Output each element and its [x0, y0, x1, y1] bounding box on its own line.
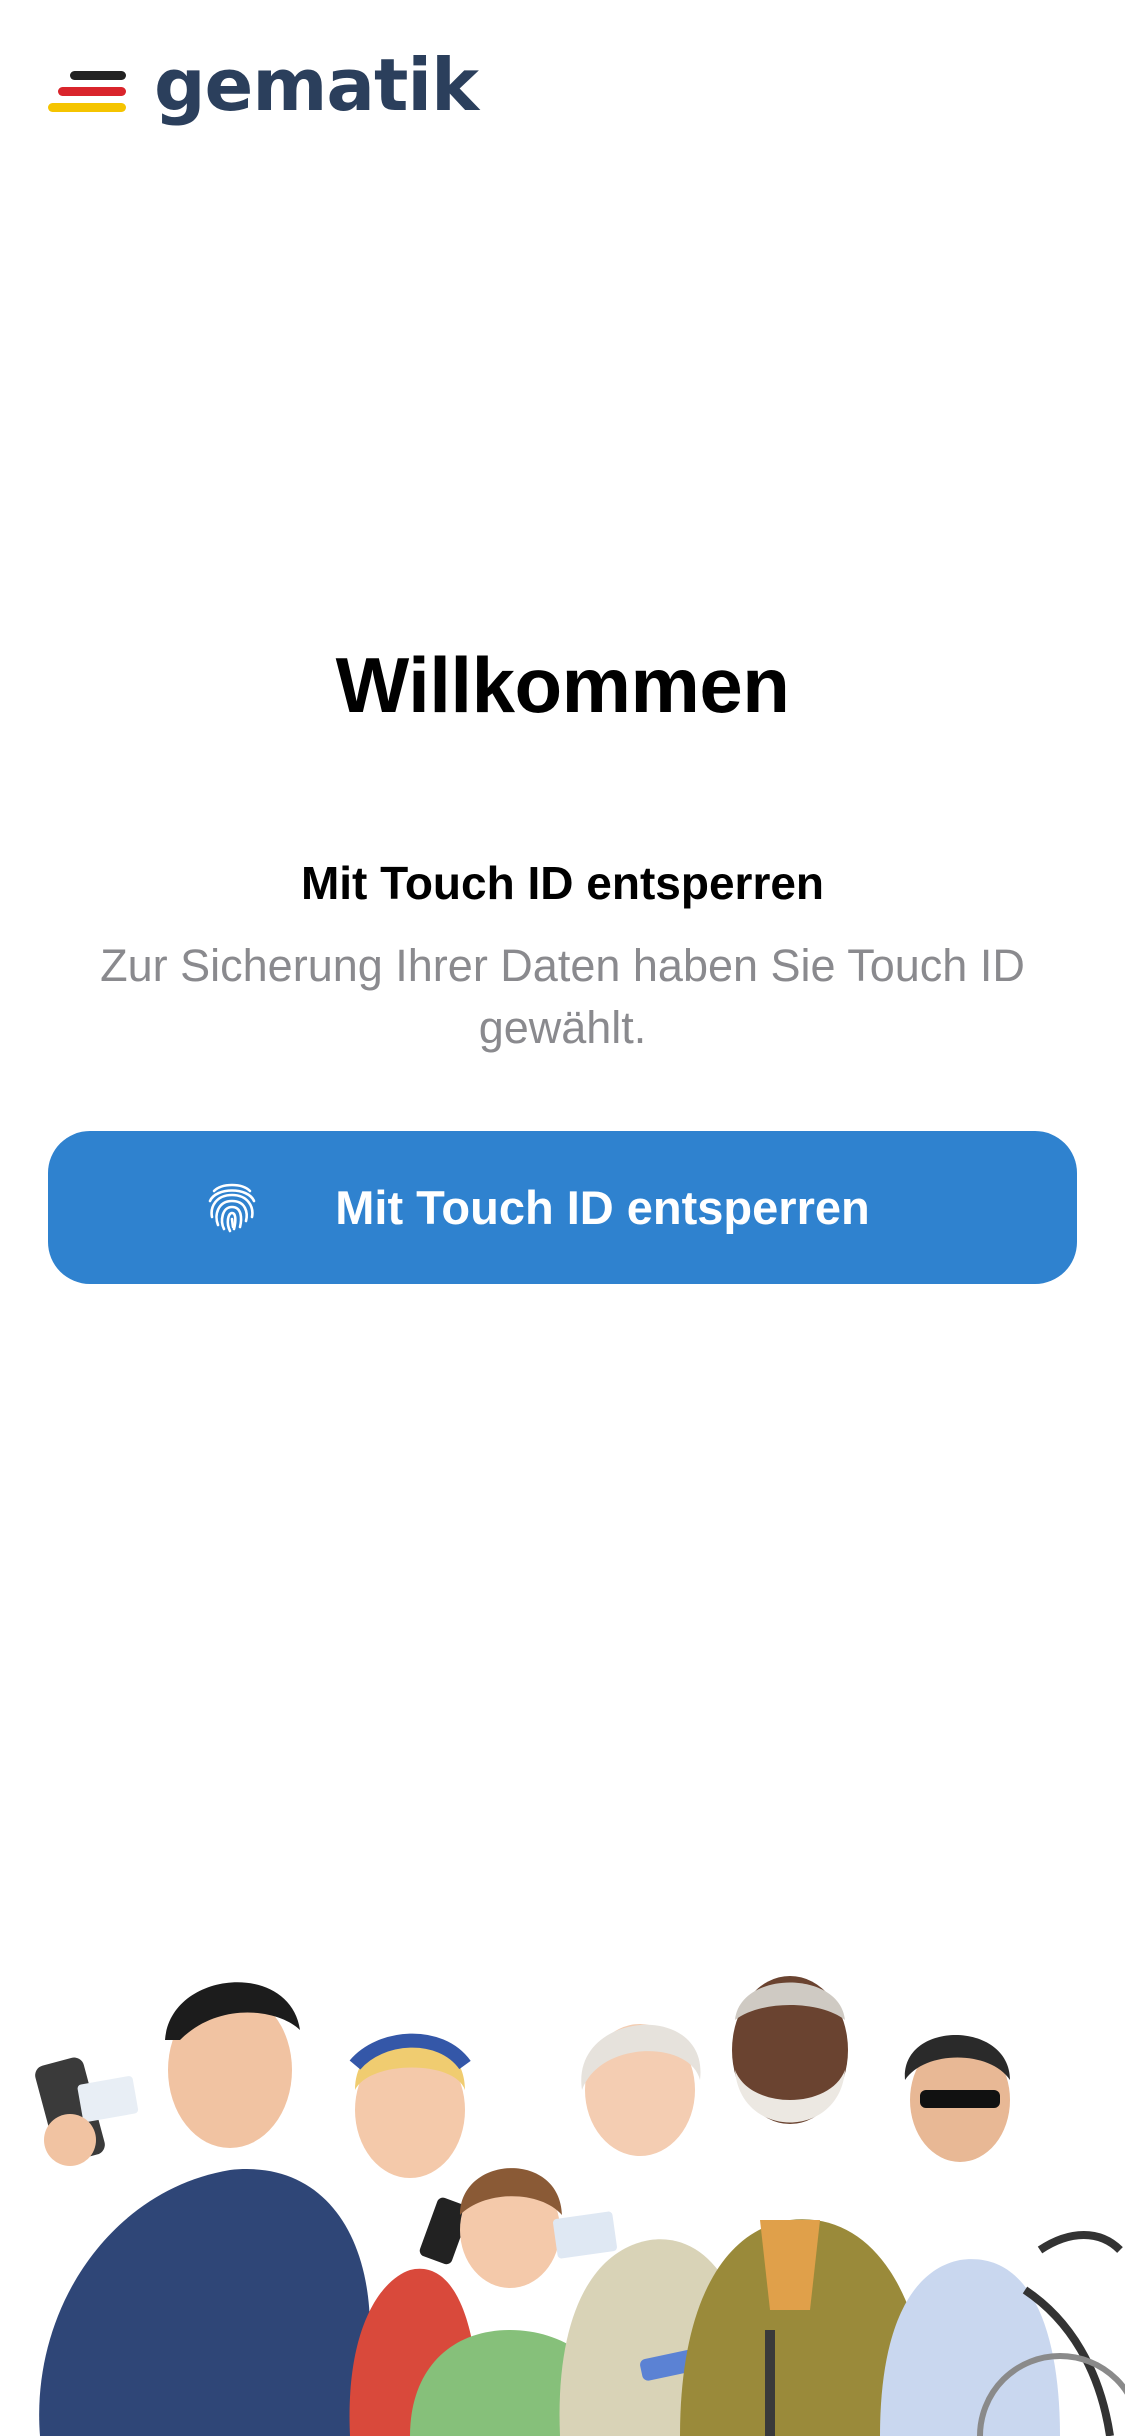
group-of-people-illustration: [35, 1976, 1125, 2436]
unlock-button-label: Mit Touch ID entsperren: [335, 1181, 870, 1234]
page-title: Willkommen: [335, 641, 790, 729]
logo-flag-icon: [48, 70, 126, 112]
welcome-screen: gematik Willkommen Mit Touch ID entsperr…: [0, 0, 1125, 2436]
gematik-logo: gematik: [48, 40, 479, 130]
logo-wordmark: gematik: [154, 43, 479, 127]
logo-flag-gold-bar: [48, 102, 126, 112]
person-man-wheelchair: [880, 2035, 1125, 2436]
person-man-blue-sweater: [35, 1982, 370, 2436]
unlock-description: Zur Sicherung Ihrer Daten haben Sie Touc…: [100, 940, 1025, 1053]
touch-id-unlock-button[interactable]: Mit Touch ID entsperren: [48, 1131, 1077, 1284]
fingerprint-icon: [208, 1183, 256, 1233]
logo-flag-red-bar: [58, 86, 126, 96]
logo-flag-black-bar: [70, 70, 126, 80]
unlock-heading: Mit Touch ID entsperren: [300, 857, 825, 909]
